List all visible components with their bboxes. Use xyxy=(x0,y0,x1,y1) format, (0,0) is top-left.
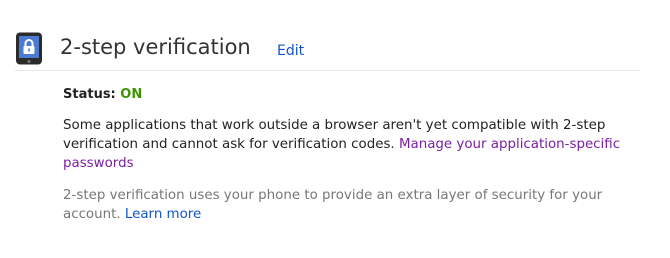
phone-lock-icon xyxy=(16,32,42,65)
section-content: Status: ON Some applications that work o… xyxy=(63,86,643,237)
status-line: Status: ON xyxy=(63,86,643,104)
compatibility-notice: Some applications that work outside a br… xyxy=(63,116,643,173)
section-title: 2-step verification xyxy=(60,35,251,59)
info-text: 2-step verification uses your phone to p… xyxy=(63,186,643,224)
learn-more-link[interactable]: Learn more xyxy=(125,207,201,222)
status-value: ON xyxy=(120,87,143,102)
status-label: Status: xyxy=(63,87,116,102)
section-header: 2-step verification Edit xyxy=(15,32,640,71)
edit-link[interactable]: Edit xyxy=(277,43,304,59)
two-step-verification-section: 2-step verification Edit Status: ON Some… xyxy=(0,0,670,258)
